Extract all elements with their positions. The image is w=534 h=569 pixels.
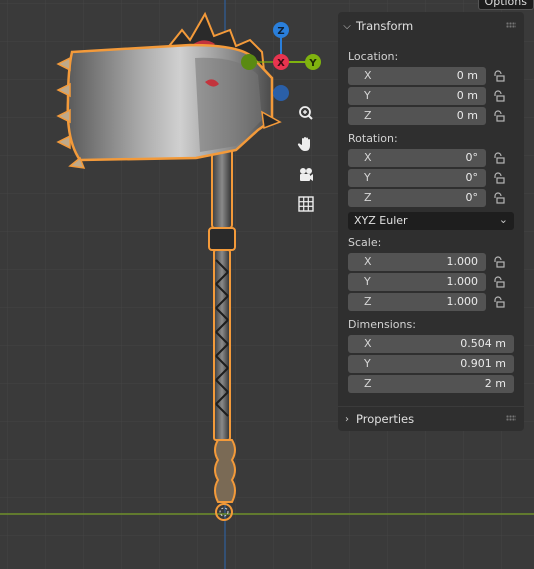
- rotation-label: Rotation:: [348, 132, 398, 145]
- lock-icon[interactable]: [492, 69, 506, 83]
- zoom-icon[interactable]: [297, 104, 321, 128]
- scale-z-field[interactable]: Z 1.000: [348, 293, 486, 311]
- scale-label: Scale:: [348, 236, 382, 249]
- sidebar-panel: ⌵ Transform Location: X0 m Y0 m Z0 m Rot…: [338, 12, 524, 431]
- lock-icon[interactable]: [492, 275, 506, 289]
- location-x-field[interactable]: X0 m: [348, 67, 486, 85]
- dimensions-y-field[interactable]: Y 0.901 m: [348, 355, 514, 373]
- dimensions-x-field[interactable]: X 0.504 m: [348, 335, 514, 353]
- lock-icon[interactable]: [492, 255, 506, 269]
- dimensions-label: Dimensions:: [348, 318, 416, 331]
- y-negative-handle: [241, 54, 257, 70]
- lock-icon[interactable]: [492, 89, 506, 103]
- lock-icon[interactable]: [492, 151, 506, 165]
- location-label: Location:: [348, 50, 399, 63]
- svg-text:Z: Z: [277, 26, 284, 37]
- chevron-down-icon: ⌵: [343, 20, 351, 32]
- drag-grip-icon[interactable]: [506, 415, 516, 421]
- svg-text:Y: Y: [308, 58, 317, 69]
- rotation-z-field[interactable]: Z 0°: [348, 189, 486, 207]
- chevron-down-icon: ⌄: [498, 213, 508, 226]
- lock-icon[interactable]: [492, 295, 506, 309]
- camera-icon[interactable]: [297, 166, 321, 190]
- transform-panel-header[interactable]: ⌵ Transform: [338, 14, 524, 38]
- scale-y-field[interactable]: Y 1.000: [348, 273, 486, 291]
- properties-panel-header[interactable]: › Properties: [338, 406, 524, 431]
- properties-title: Properties: [356, 412, 415, 426]
- rotation-y-field[interactable]: Y 0°: [348, 169, 486, 187]
- drag-grip-icon[interactable]: [506, 22, 516, 28]
- transform-title: Transform: [356, 19, 414, 33]
- hand-pan-icon[interactable]: [297, 135, 321, 159]
- svg-text:X: X: [277, 58, 285, 69]
- grid-ortho-icon[interactable]: [297, 195, 321, 219]
- options-button[interactable]: Options: [477, 0, 534, 10]
- location-z-field[interactable]: Z0 m: [348, 107, 486, 125]
- chevron-right-icon: ›: [345, 413, 349, 425]
- z-negative-handle: [273, 85, 289, 101]
- lock-icon[interactable]: [492, 109, 506, 123]
- rotation-x-field[interactable]: X 0°: [348, 149, 486, 167]
- rotation-mode-dropdown[interactable]: XYZ Euler ⌄: [348, 212, 514, 230]
- dimensions-z-field[interactable]: Z2 m: [348, 375, 514, 393]
- scale-x-field[interactable]: X 1.000: [348, 253, 486, 271]
- lock-icon[interactable]: [492, 171, 506, 185]
- lock-icon[interactable]: [492, 191, 506, 205]
- location-y-field[interactable]: Y0 m: [348, 87, 486, 105]
